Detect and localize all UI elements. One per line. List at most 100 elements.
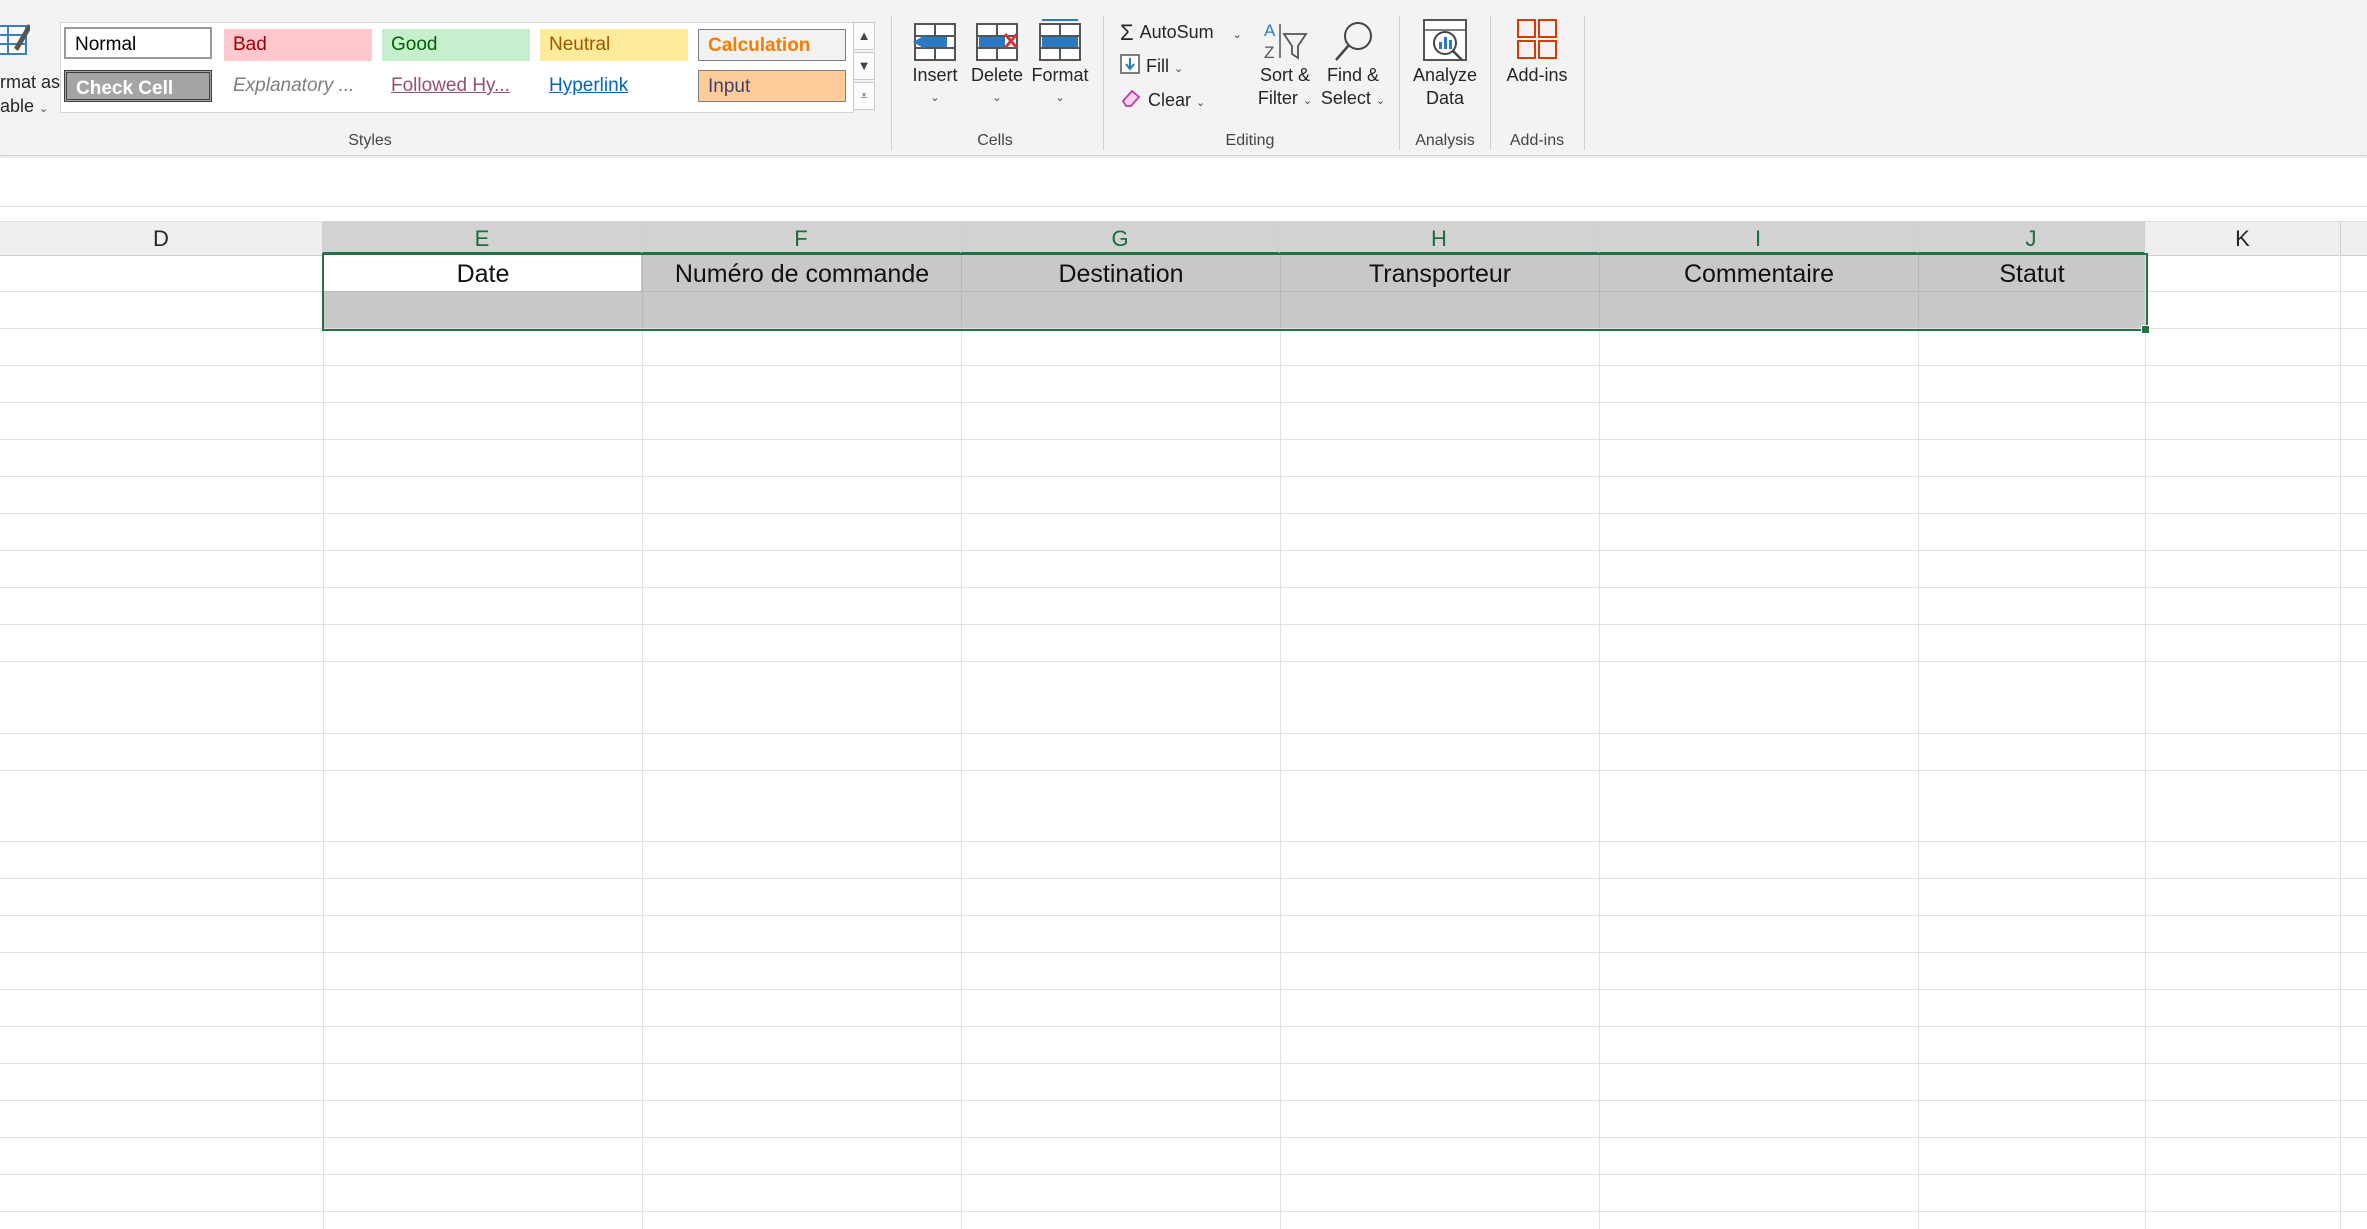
column-header-i[interactable]: I	[1599, 222, 1918, 255]
chevron-down-icon: ⌄	[1232, 29, 1242, 41]
sort-filter-button[interactable]: A Z Sort & Filter ⌄	[1252, 18, 1318, 113]
chevron-down-icon: ⌄	[1375, 95, 1386, 107]
gridline	[2340, 254, 2341, 1229]
gridline	[0, 439, 2367, 440]
column-header-d[interactable]: D	[0, 222, 323, 255]
gridline	[0, 513, 2367, 514]
styles-group-label: Styles	[348, 132, 392, 149]
chevron-down-icon: ⌄	[1302, 95, 1313, 107]
style-label: Normal	[75, 34, 137, 55]
style-label: Input	[708, 76, 751, 97]
format-as-table-button[interactable]: rmat as able ⌄	[0, 70, 60, 121]
format-as-table-label-1: rmat as	[0, 72, 61, 92]
style-label: Check Cell	[76, 78, 174, 99]
gridline	[0, 402, 2367, 403]
column-header-e[interactable]: E	[323, 222, 642, 255]
format-label: Format	[1031, 65, 1089, 85]
style-good[interactable]: Good	[382, 29, 530, 61]
delete-label: Delete	[970, 65, 1024, 85]
analyze-data-button[interactable]: Analyze Data	[1405, 18, 1485, 110]
column-header-h[interactable]: H	[1280, 222, 1599, 255]
gridline	[2145, 254, 2146, 1229]
insert-button[interactable]: Insert ⌄	[905, 18, 965, 110]
format-button[interactable]: Format ⌄	[1029, 18, 1091, 110]
editing-group-label: Editing	[1225, 132, 1275, 149]
delete-button[interactable]: Delete ⌄	[966, 18, 1028, 110]
clear-button[interactable]: Clear ⌄	[1120, 88, 1205, 115]
autosum-button[interactable]: Σ AutoSum ⌄	[1120, 20, 1242, 47]
gridline	[0, 952, 2367, 953]
fill-handle[interactable]	[2141, 325, 2150, 334]
gridline	[1280, 254, 1281, 1229]
insert-label: Insert	[912, 65, 958, 85]
gridline	[0, 1100, 2367, 1101]
add-ins-icon	[1517, 19, 1557, 59]
style-neutral[interactable]: Neutral	[540, 29, 688, 61]
clear-label: Clear	[1148, 90, 1192, 110]
add-ins-button[interactable]: Add-ins	[1497, 18, 1577, 87]
gallery-expand-icon[interactable]: ⩡	[853, 82, 875, 110]
svg-text:Z: Z	[1264, 43, 1274, 62]
gridline	[0, 841, 2367, 842]
gridline	[961, 254, 962, 1229]
gridline	[0, 624, 2367, 625]
chevron-down-icon: ⌄	[39, 103, 49, 115]
style-hyperlink[interactable]: Hyperlink	[540, 70, 688, 102]
sigma-icon: Σ	[1120, 20, 1134, 46]
style-label: Bad	[233, 34, 267, 55]
gridline	[0, 661, 2367, 662]
gridline	[0, 587, 2367, 588]
gridline	[0, 915, 2367, 916]
group-divider	[1103, 16, 1104, 150]
style-input[interactable]: Input	[698, 70, 846, 102]
gridline	[323, 254, 324, 1229]
style-bad[interactable]: Bad	[224, 29, 372, 61]
gridline	[0, 1063, 2367, 1064]
gridline	[0, 1026, 2367, 1027]
gridline	[0, 770, 2367, 771]
selection-border	[322, 253, 2148, 331]
gridline	[0, 365, 2367, 366]
gridline	[1599, 254, 1600, 1229]
column-header-f[interactable]: F	[642, 222, 961, 255]
svg-text:A: A	[1264, 21, 1276, 40]
find-select-button[interactable]: Find & Select ⌄	[1318, 18, 1388, 113]
style-calculation[interactable]: Calculation	[698, 29, 846, 61]
gridline	[0, 878, 2367, 879]
chevron-down-icon: ⌄	[930, 92, 940, 104]
analyze-data-label-1: Analyze	[1412, 65, 1478, 85]
gridline	[0, 476, 2367, 477]
style-normal[interactable]: Normal	[64, 27, 212, 59]
group-divider	[1399, 16, 1400, 150]
style-followed-hyperlink[interactable]: Followed Hy...	[382, 70, 530, 102]
chevron-down-icon: ⌄	[1174, 63, 1184, 75]
column-header-j[interactable]: J	[1918, 222, 2145, 255]
gridline	[0, 989, 2367, 990]
gridline	[0, 1211, 2367, 1212]
style-label: Explanatory ...	[233, 75, 355, 96]
autosum-label: AutoSum	[1139, 22, 1214, 42]
analyze-data-icon	[1423, 19, 1467, 61]
fill-down-icon	[1120, 54, 1140, 80]
insert-cells-icon	[913, 23, 956, 61]
style-explanatory[interactable]: Explanatory ...	[224, 70, 372, 102]
column-header-row: D E F G H I J K	[0, 221, 2367, 256]
format-as-table-label-2: able	[0, 96, 35, 116]
gridline	[642, 254, 643, 1229]
gallery-scroll-up-icon[interactable]: ▲	[853, 22, 875, 50]
fill-button[interactable]: Fill ⌄	[1120, 54, 1183, 81]
gallery-scroll-down-icon[interactable]: ▼	[853, 52, 875, 80]
sort-filter-icon: A Z	[1264, 21, 1308, 62]
column-header-k[interactable]: K	[2145, 222, 2341, 255]
eraser-icon	[1120, 88, 1142, 114]
sort-filter-label-2: Filter	[1257, 88, 1298, 108]
group-divider	[891, 16, 892, 150]
group-divider	[1584, 16, 1585, 150]
style-label: Hyperlink	[549, 75, 629, 96]
chevron-down-icon: ⌄	[1196, 97, 1206, 109]
format-as-table-icon[interactable]	[0, 18, 32, 58]
find-select-label-2: Select	[1320, 88, 1371, 108]
style-check-cell[interactable]: Check Cell	[64, 70, 212, 102]
column-header-g[interactable]: G	[961, 222, 1280, 255]
style-label: Calculation	[708, 35, 811, 56]
